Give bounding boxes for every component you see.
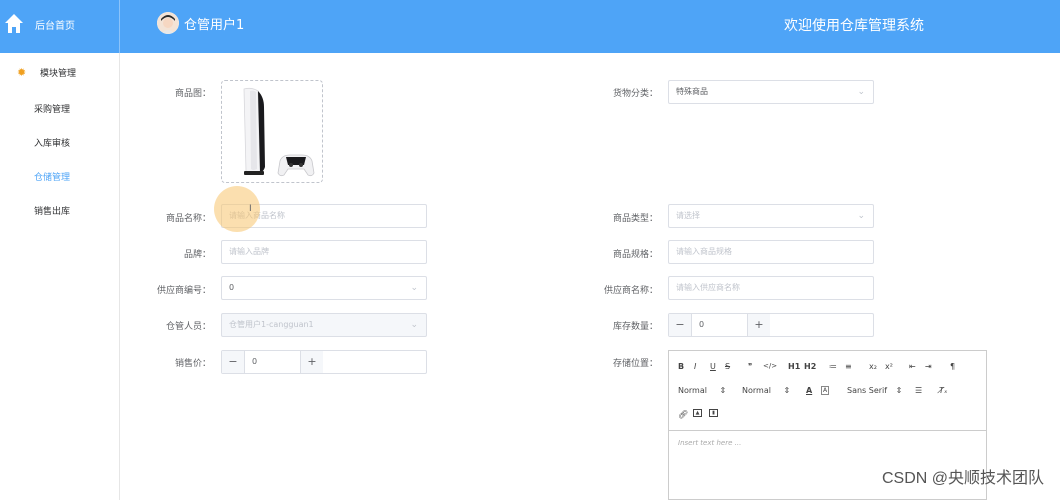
sidebar-item-inbound-review[interactable]: 入库审核	[34, 136, 70, 149]
outdent-icon[interactable]: ⇤	[909, 362, 916, 371]
keeper-value: 仓管用户1-cangguan1	[229, 320, 314, 329]
stock-value[interactable]: 0	[692, 314, 747, 336]
gear-icon: ✹	[17, 66, 27, 79]
sidebar-item-sales-outbound[interactable]: 销售出库	[34, 204, 70, 217]
keeper-select[interactable]: 仓管用户1-cangguan1 ⌄	[221, 313, 427, 337]
image-label: 商品图：	[174, 89, 211, 99]
sidebar-group-module[interactable]: ✹ 模块管理	[17, 66, 76, 79]
clear-format-icon[interactable]: T̸ₓ	[939, 386, 947, 395]
strike-button[interactable]: S	[725, 362, 730, 371]
code-icon[interactable]: </>	[763, 362, 777, 370]
main-content: 商品图： 货物分类： 特殊商品 ⌄ 商品名称： 请输入商品名称 商品类型： 请选…	[121, 53, 1060, 500]
text-cursor-icon: I	[249, 204, 252, 214]
keeper-label: 仓管人员：	[165, 322, 211, 332]
font-select[interactable]: Sans Serif ⇕	[847, 386, 902, 395]
home-link[interactable]: 后台首页	[0, 0, 120, 53]
header-select[interactable]: Normal ⇕	[678, 386, 726, 395]
editor-toolbar: B I U S ❞ </> H1 H2 ≔ ≡ x₂ x² ⇤ ⇥ ¶ Norm…	[669, 351, 986, 431]
type-label: 商品类型：	[612, 214, 658, 224]
supplier-no-label: 供应商编号：	[156, 286, 211, 296]
category-value: 特殊商品	[676, 87, 708, 96]
align-icon[interactable]: ☰	[915, 386, 922, 395]
top-header: 后台首页 仓管用户1 欢迎使用仓库管理系统	[0, 0, 1060, 53]
spec-input[interactable]: 请输入商品规格	[668, 240, 874, 264]
supplier-name-input[interactable]: 请输入供应商名称	[668, 276, 874, 300]
increment-button[interactable]: +	[300, 351, 323, 373]
bullet-list-icon[interactable]: ≡	[845, 362, 852, 371]
product-image	[243, 87, 315, 177]
text-color-icon[interactable]: A	[806, 386, 812, 395]
editor-placeholder[interactable]: Insert text here ...	[678, 439, 741, 447]
bold-button[interactable]: B	[678, 362, 684, 371]
italic-button[interactable]: I	[694, 362, 696, 371]
select-arrows-icon: ⇕	[895, 386, 903, 395]
stock-stepper[interactable]: − 0 +	[668, 313, 874, 337]
chevron-down-icon: ⌄	[410, 283, 418, 293]
select-arrows-icon: ⇕	[719, 386, 727, 395]
chevron-down-icon: ⌄	[857, 87, 865, 97]
decrement-button[interactable]: −	[669, 314, 692, 336]
price-value[interactable]: 0	[245, 351, 300, 373]
header1-button[interactable]: H1	[788, 362, 800, 371]
watermark: CSDN @央顺技术团队	[881, 470, 1044, 487]
user-name[interactable]: 仓管用户1	[184, 14, 244, 33]
cursor-highlight	[214, 186, 260, 232]
subscript-button[interactable]: x₂	[869, 362, 877, 371]
chevron-down-icon: ⌄	[410, 320, 418, 330]
supplier-no-value: 0	[229, 283, 235, 292]
sidebar-group-label: 模块管理	[40, 69, 77, 79]
sidebar-item-storage[interactable]: 仓储管理	[34, 170, 70, 183]
price-label: 销售价：	[174, 359, 211, 369]
supplier-no-select[interactable]: 0 ⌄	[221, 276, 427, 300]
category-select[interactable]: 特殊商品 ⌄	[668, 80, 874, 104]
increment-button[interactable]: +	[747, 314, 770, 336]
superscript-button[interactable]: x²	[885, 362, 893, 371]
video-icon[interactable]: ▮	[709, 409, 718, 417]
type-select[interactable]: 请选择 ⌄	[668, 204, 874, 228]
spec-placeholder: 请输入商品规格	[676, 247, 732, 256]
sidebar-item-purchase[interactable]: 采购管理	[34, 102, 70, 115]
location-label: 存储位置：	[612, 359, 658, 369]
user-avatar-icon	[157, 12, 179, 34]
indent-icon[interactable]: ⇥	[925, 362, 932, 371]
brand-label: 品牌：	[183, 250, 211, 260]
home-label: 后台首页	[35, 21, 75, 32]
brand-input[interactable]: 请输入品牌	[221, 240, 427, 264]
background-color-icon[interactable]: A	[821, 386, 830, 395]
category-label: 货物分类：	[612, 89, 658, 99]
home-icon	[5, 14, 23, 33]
brand-placeholder: 请输入品牌	[229, 247, 269, 256]
chevron-down-icon: ⌄	[857, 211, 865, 221]
stock-label: 库存数量：	[612, 322, 658, 332]
image-uploader[interactable]	[221, 80, 323, 183]
supplier-name-label: 供应商名称：	[603, 286, 658, 296]
blockquote-icon[interactable]: ❞	[748, 362, 752, 371]
direction-icon[interactable]: ¶	[950, 362, 955, 371]
price-stepper[interactable]: − 0 +	[221, 350, 427, 374]
decrement-button[interactable]: −	[222, 351, 245, 373]
sidebar: ✹ 模块管理 采购管理 入库审核 仓储管理 销售出库	[0, 53, 120, 500]
size-select[interactable]: Normal ⇕	[742, 386, 790, 395]
select-arrows-icon: ⇕	[783, 386, 791, 395]
ordered-list-icon[interactable]: ≔	[829, 362, 837, 371]
link-icon[interactable]: 🔗︎	[678, 410, 688, 419]
welcome-text: 欢迎使用仓库管理系统	[784, 18, 924, 34]
avatar[interactable]	[157, 12, 179, 34]
type-placeholder: 请选择	[676, 211, 700, 220]
header2-button[interactable]: H2	[804, 362, 816, 371]
underline-button[interactable]: U	[710, 362, 716, 371]
image-icon[interactable]: ▲	[693, 409, 702, 417]
spec-label: 商品规格：	[612, 250, 658, 260]
supplier-name-placeholder: 请输入供应商名称	[676, 283, 740, 292]
name-label: 商品名称：	[165, 214, 211, 224]
